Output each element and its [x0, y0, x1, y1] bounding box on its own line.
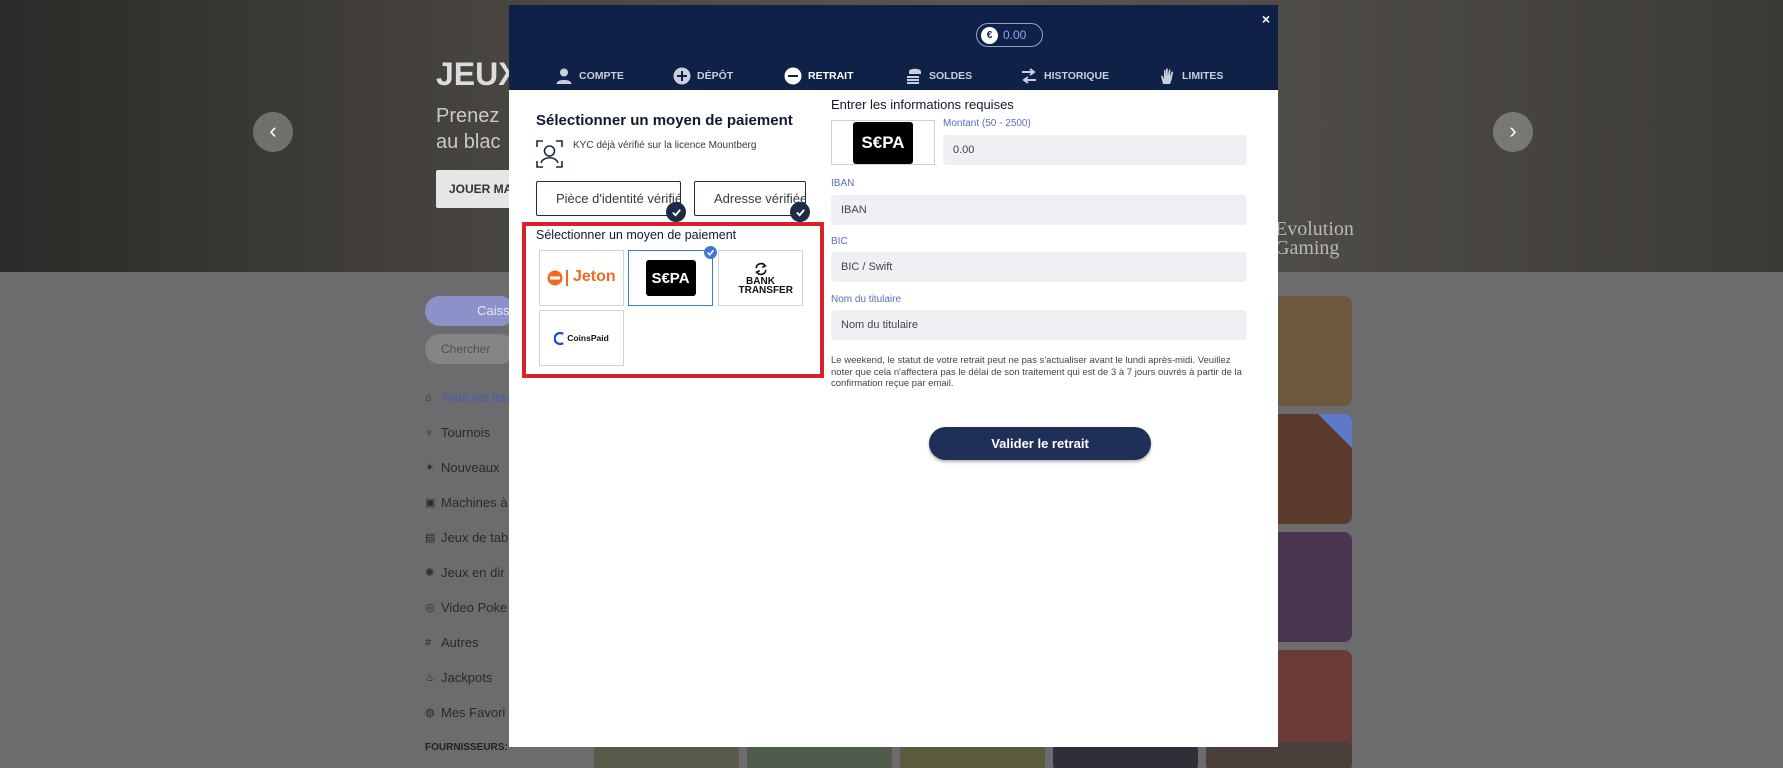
nav-item-jackpots[interactable]: ♨ Jackpots [425, 660, 515, 695]
nav-label: Tournois [441, 425, 491, 440]
tab-soldes[interactable]: SOLDES [905, 63, 972, 89]
transfer-arrows-icon [754, 262, 767, 276]
nav-item-video-poker[interactable]: ◎ Video Poke [425, 590, 515, 625]
nav-item-all-games[interactable]: ⌂ Tous les jeu [425, 380, 515, 415]
sepa-logo: S€PA [853, 121, 913, 164]
weekend-notice: Le weekend, le statut de votre retrait p… [831, 355, 1242, 389]
nav-label: Mes Favori [441, 705, 506, 720]
tab-retrait[interactable]: RETRAIT [784, 63, 854, 89]
submit-withdrawal-button[interactable]: Valider le retrait [929, 427, 1151, 460]
bic-label: BIC [831, 236, 848, 247]
tab-historique[interactable]: HISTORIQUE [1020, 63, 1109, 89]
holder-label: Nom du titulaire [831, 294, 902, 305]
tab-label: HISTORIQUE [1044, 70, 1110, 82]
required-info-title: Entrer les informations requises [831, 97, 1014, 112]
nav-label: Autres [441, 635, 479, 650]
heart-icon: ◍ [425, 707, 435, 719]
carousel-prev-icon[interactable]: ‹ [253, 112, 293, 152]
selected-method-preview: S€PA [831, 120, 935, 165]
tab-limites[interactable]: LIMITES [1158, 63, 1223, 89]
bic-input[interactable] [831, 252, 1247, 282]
check-icon [790, 202, 810, 222]
iban-label: IBAN [831, 178, 855, 189]
tab-label: RETRAIT [808, 70, 854, 82]
payment-methods-label: Sélectionner un moyen de paiement [536, 228, 737, 242]
user-icon [555, 67, 573, 85]
balance-value: 0.00 [1003, 28, 1027, 42]
category-nav: ⌂ Tous les jeu ♆ Tournois ✶ Nouveaux ▣ Machi… [425, 380, 515, 730]
nav-label: Jeux de tab [441, 530, 509, 545]
tab-compte[interactable]: COMPTE [555, 63, 624, 89]
cards-icon: ▤ [425, 532, 436, 544]
hero-play-button[interactable]: JOUER MA [436, 170, 511, 208]
slot-icon: ▣ [425, 497, 436, 509]
hero-title: JEUX [436, 56, 520, 92]
home-icon: ⌂ [425, 391, 432, 404]
cashier-modal: × € 0.00 COMPTE DÉPÔT RETRAIT SOLDES HIS… [509, 5, 1278, 747]
nav-item-slots[interactable]: ▣ Machines à [425, 485, 515, 520]
coinspaid-wordmark: CoinsPaid [567, 333, 609, 343]
search-input[interactable]: Chercher [425, 334, 515, 364]
bank-transfer-wordmark: BANK TRANSFER [738, 276, 793, 296]
new-badge [1318, 414, 1352, 448]
nav-item-others[interactable]: # Autres [425, 625, 515, 660]
nav-item-live[interactable]: ✺ Jeux en dir [425, 555, 515, 590]
sepa-logo: S€PA [645, 260, 696, 296]
poker-icon: ◎ [425, 602, 435, 614]
nav-item-tournaments[interactable]: ♆ Tournois [425, 415, 515, 450]
cashier-button[interactable]: Caiss [425, 296, 515, 326]
nav-item-table-games[interactable]: ▤ Jeux de tab [425, 520, 515, 555]
evolution-gaming-logo: Evolution Gaming [1275, 218, 1354, 259]
nav-label: Tous les jeu [441, 390, 510, 405]
nav-label: Video Poke [441, 600, 508, 615]
hand-icon [1158, 67, 1176, 85]
tab-label: COMPTE [579, 70, 624, 82]
payment-method-bank-transfer[interactable]: BANK TRANSFER [718, 250, 803, 306]
minus-circle-icon [784, 67, 802, 85]
nav-label: Nouveaux [441, 460, 500, 475]
coinspaid-mark-icon [554, 331, 565, 345]
payment-method-jeton[interactable]: Jeton [539, 250, 624, 306]
tab-label: LIMITES [1182, 70, 1224, 82]
cashier-tabs: COMPTE DÉPÔT RETRAIT SOLDES HISTORIQUE L… [509, 63, 1278, 89]
nav-item-new[interactable]: ✶ Nouveaux [425, 450, 515, 485]
iban-input[interactable] [831, 195, 1247, 225]
nav-label: Machines à [441, 495, 508, 510]
payment-method-sepa[interactable]: S€PA [628, 246, 717, 306]
carousel-next-icon[interactable]: › [1493, 112, 1533, 152]
euro-icon: € [981, 26, 998, 44]
hash-icon: # [425, 636, 432, 649]
plus-circle-icon [673, 67, 691, 85]
face-id-icon [536, 139, 563, 169]
check-icon [666, 202, 686, 222]
amount-input[interactable] [943, 135, 1247, 165]
tab-depot[interactable]: DÉPÔT [673, 63, 733, 89]
close-icon[interactable]: × [1262, 11, 1270, 27]
balance-pill: € 0.00 [976, 23, 1043, 47]
kyc-status-text: KYC déjà vérifié sur la licence Mountber… [573, 140, 757, 151]
modal-header: × € 0.00 COMPTE DÉPÔT RETRAIT SOLDES HIS… [509, 5, 1278, 90]
coins-icon [905, 67, 923, 85]
amount-label: Montant (50 - 2500) [943, 118, 1031, 129]
fire-icon: ♨ [425, 672, 435, 684]
jeton-wordmark: Jeton [573, 268, 616, 285]
new-icon: ✶ [425, 462, 435, 474]
live-icon: ✺ [425, 567, 435, 579]
holder-input[interactable] [831, 310, 1247, 340]
nav-item-favorites[interactable]: ◍ Mes Favori [425, 695, 515, 730]
id-verified-box: Pièce d'identité vérifiée [536, 181, 681, 216]
tab-label: SOLDES [929, 70, 973, 82]
hero-subtitle: Prenez au blac [436, 105, 501, 153]
payment-section-title: Sélectionner un moyen de paiement [536, 112, 793, 129]
arrows-icon [1020, 67, 1038, 85]
nav-label: Jackpots [441, 670, 493, 685]
tab-label: DÉPÔT [697, 70, 734, 82]
payment-method-coinspaid[interactable]: CoinsPaid [539, 310, 624, 366]
selected-check-icon [704, 246, 717, 259]
trophy-icon: ♆ [425, 426, 434, 439]
bank-transfer-logo: BANK TRANSFER [738, 261, 793, 296]
nav-label: Jeux en dir [441, 565, 505, 580]
providers-label: FOURNISSEURS: [425, 742, 508, 753]
